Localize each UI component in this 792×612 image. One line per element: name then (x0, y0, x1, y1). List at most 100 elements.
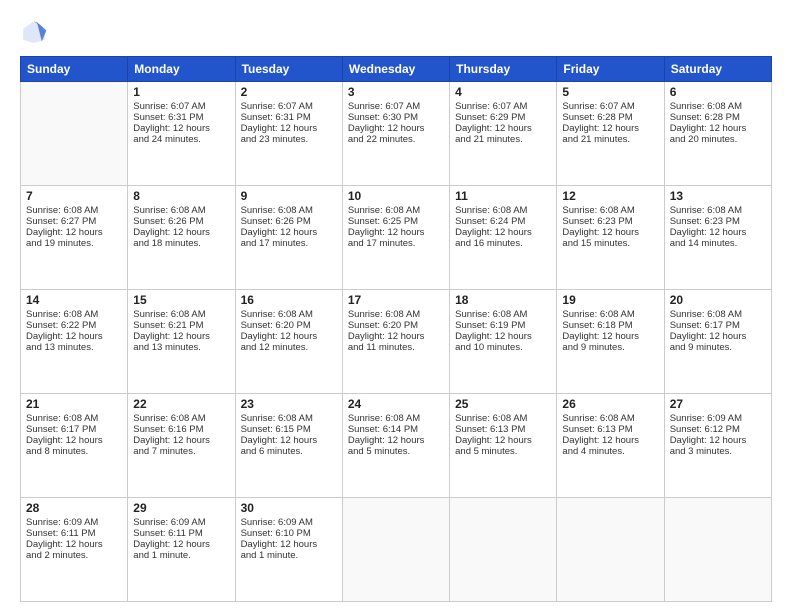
day-info-line: and 6 minutes. (241, 446, 337, 457)
day-info-line: Sunrise: 6:07 AM (562, 101, 658, 112)
day-info-line: Sunrise: 6:08 AM (241, 205, 337, 216)
day-info-line: Sunset: 6:25 PM (348, 216, 444, 227)
day-info-line: and 5 minutes. (455, 446, 551, 457)
calendar-cell: 24Sunrise: 6:08 AMSunset: 6:14 PMDayligh… (342, 394, 449, 498)
day-number: 10 (348, 189, 444, 203)
day-info-line: Sunset: 6:19 PM (455, 320, 551, 331)
logo-icon (20, 18, 48, 46)
day-info-line: and 18 minutes. (133, 238, 229, 249)
day-info-line: Sunset: 6:30 PM (348, 112, 444, 123)
day-info-line: Sunset: 6:23 PM (562, 216, 658, 227)
calendar-cell (664, 498, 771, 602)
day-info-line: Sunset: 6:21 PM (133, 320, 229, 331)
day-number: 22 (133, 397, 229, 411)
day-info-line: and 8 minutes. (26, 446, 122, 457)
day-info-line: and 22 minutes. (348, 134, 444, 145)
calendar-cell: 19Sunrise: 6:08 AMSunset: 6:18 PMDayligh… (557, 290, 664, 394)
day-info-line: Sunset: 6:28 PM (670, 112, 766, 123)
calendar-cell: 12Sunrise: 6:08 AMSunset: 6:23 PMDayligh… (557, 186, 664, 290)
day-info-line: Sunrise: 6:09 AM (670, 413, 766, 424)
calendar-cell: 8Sunrise: 6:08 AMSunset: 6:26 PMDaylight… (128, 186, 235, 290)
day-number: 18 (455, 293, 551, 307)
day-info-line: Sunrise: 6:08 AM (133, 309, 229, 320)
day-info-line: Daylight: 12 hours (455, 123, 551, 134)
col-header-monday: Monday (128, 57, 235, 82)
day-info-line: Sunset: 6:11 PM (133, 528, 229, 539)
calendar-cell (21, 82, 128, 186)
day-info-line: Sunrise: 6:08 AM (562, 309, 658, 320)
day-info-line: Sunrise: 6:07 AM (133, 101, 229, 112)
day-number: 2 (241, 85, 337, 99)
day-info-line: Daylight: 12 hours (241, 227, 337, 238)
calendar-cell (557, 498, 664, 602)
calendar-cell (450, 498, 557, 602)
day-number: 7 (26, 189, 122, 203)
day-info-line: and 4 minutes. (562, 446, 658, 457)
day-number: 14 (26, 293, 122, 307)
day-number: 5 (562, 85, 658, 99)
col-header-tuesday: Tuesday (235, 57, 342, 82)
calendar-week-row: 14Sunrise: 6:08 AMSunset: 6:22 PMDayligh… (21, 290, 772, 394)
calendar-table: SundayMondayTuesdayWednesdayThursdayFrid… (20, 56, 772, 602)
day-info-line: and 20 minutes. (670, 134, 766, 145)
calendar-cell: 25Sunrise: 6:08 AMSunset: 6:13 PMDayligh… (450, 394, 557, 498)
day-info-line: Daylight: 12 hours (26, 435, 122, 446)
calendar-cell: 30Sunrise: 6:09 AMSunset: 6:10 PMDayligh… (235, 498, 342, 602)
day-info-line: Daylight: 12 hours (455, 227, 551, 238)
day-info-line: and 13 minutes. (26, 342, 122, 353)
day-info-line: Sunrise: 6:07 AM (348, 101, 444, 112)
day-number: 3 (348, 85, 444, 99)
day-info-line: Sunrise: 6:08 AM (133, 205, 229, 216)
day-info-line: Sunrise: 6:09 AM (26, 517, 122, 528)
day-info-line: Sunset: 6:16 PM (133, 424, 229, 435)
day-number: 30 (241, 501, 337, 515)
day-info-line: Sunrise: 6:07 AM (241, 101, 337, 112)
day-info-line: and 16 minutes. (455, 238, 551, 249)
day-info-line: Sunset: 6:27 PM (26, 216, 122, 227)
day-info-line: Daylight: 12 hours (26, 227, 122, 238)
day-info-line: Sunset: 6:10 PM (241, 528, 337, 539)
day-info-line: Sunrise: 6:08 AM (670, 309, 766, 320)
calendar-cell: 9Sunrise: 6:08 AMSunset: 6:26 PMDaylight… (235, 186, 342, 290)
col-header-saturday: Saturday (664, 57, 771, 82)
calendar-cell: 17Sunrise: 6:08 AMSunset: 6:20 PMDayligh… (342, 290, 449, 394)
calendar-week-row: 28Sunrise: 6:09 AMSunset: 6:11 PMDayligh… (21, 498, 772, 602)
day-number: 23 (241, 397, 337, 411)
calendar-week-row: 7Sunrise: 6:08 AMSunset: 6:27 PMDaylight… (21, 186, 772, 290)
day-info-line: Sunset: 6:22 PM (26, 320, 122, 331)
day-number: 1 (133, 85, 229, 99)
calendar-cell: 27Sunrise: 6:09 AMSunset: 6:12 PMDayligh… (664, 394, 771, 498)
day-info-line: and 21 minutes. (562, 134, 658, 145)
calendar-cell: 14Sunrise: 6:08 AMSunset: 6:22 PMDayligh… (21, 290, 128, 394)
calendar-cell: 6Sunrise: 6:08 AMSunset: 6:28 PMDaylight… (664, 82, 771, 186)
day-info-line: Sunrise: 6:08 AM (241, 309, 337, 320)
day-info-line: and 9 minutes. (562, 342, 658, 353)
day-info-line: and 17 minutes. (241, 238, 337, 249)
day-info-line: Sunrise: 6:08 AM (455, 205, 551, 216)
day-info-line: and 21 minutes. (455, 134, 551, 145)
calendar-cell: 23Sunrise: 6:08 AMSunset: 6:15 PMDayligh… (235, 394, 342, 498)
calendar-cell: 1Sunrise: 6:07 AMSunset: 6:31 PMDaylight… (128, 82, 235, 186)
day-info-line: Sunrise: 6:08 AM (26, 413, 122, 424)
day-info-line: Sunrise: 6:08 AM (348, 413, 444, 424)
day-info-line: Sunrise: 6:08 AM (455, 413, 551, 424)
day-info-line: Sunrise: 6:08 AM (241, 413, 337, 424)
day-info-line: Sunset: 6:17 PM (26, 424, 122, 435)
calendar-cell: 21Sunrise: 6:08 AMSunset: 6:17 PMDayligh… (21, 394, 128, 498)
calendar-cell: 16Sunrise: 6:08 AMSunset: 6:20 PMDayligh… (235, 290, 342, 394)
day-info-line: Sunset: 6:17 PM (670, 320, 766, 331)
calendar-cell: 13Sunrise: 6:08 AMSunset: 6:23 PMDayligh… (664, 186, 771, 290)
day-info-line: and 23 minutes. (241, 134, 337, 145)
day-info-line: Daylight: 12 hours (348, 227, 444, 238)
day-info-line: Daylight: 12 hours (348, 123, 444, 134)
day-info-line: Sunrise: 6:08 AM (455, 309, 551, 320)
day-info-line: Sunset: 6:26 PM (241, 216, 337, 227)
calendar-cell: 18Sunrise: 6:08 AMSunset: 6:19 PMDayligh… (450, 290, 557, 394)
day-info-line: Sunset: 6:13 PM (562, 424, 658, 435)
day-info-line: Daylight: 12 hours (26, 539, 122, 550)
day-number: 20 (670, 293, 766, 307)
day-info-line: Daylight: 12 hours (455, 435, 551, 446)
day-info-line: Daylight: 12 hours (562, 123, 658, 134)
col-header-sunday: Sunday (21, 57, 128, 82)
day-info-line: Sunrise: 6:09 AM (133, 517, 229, 528)
